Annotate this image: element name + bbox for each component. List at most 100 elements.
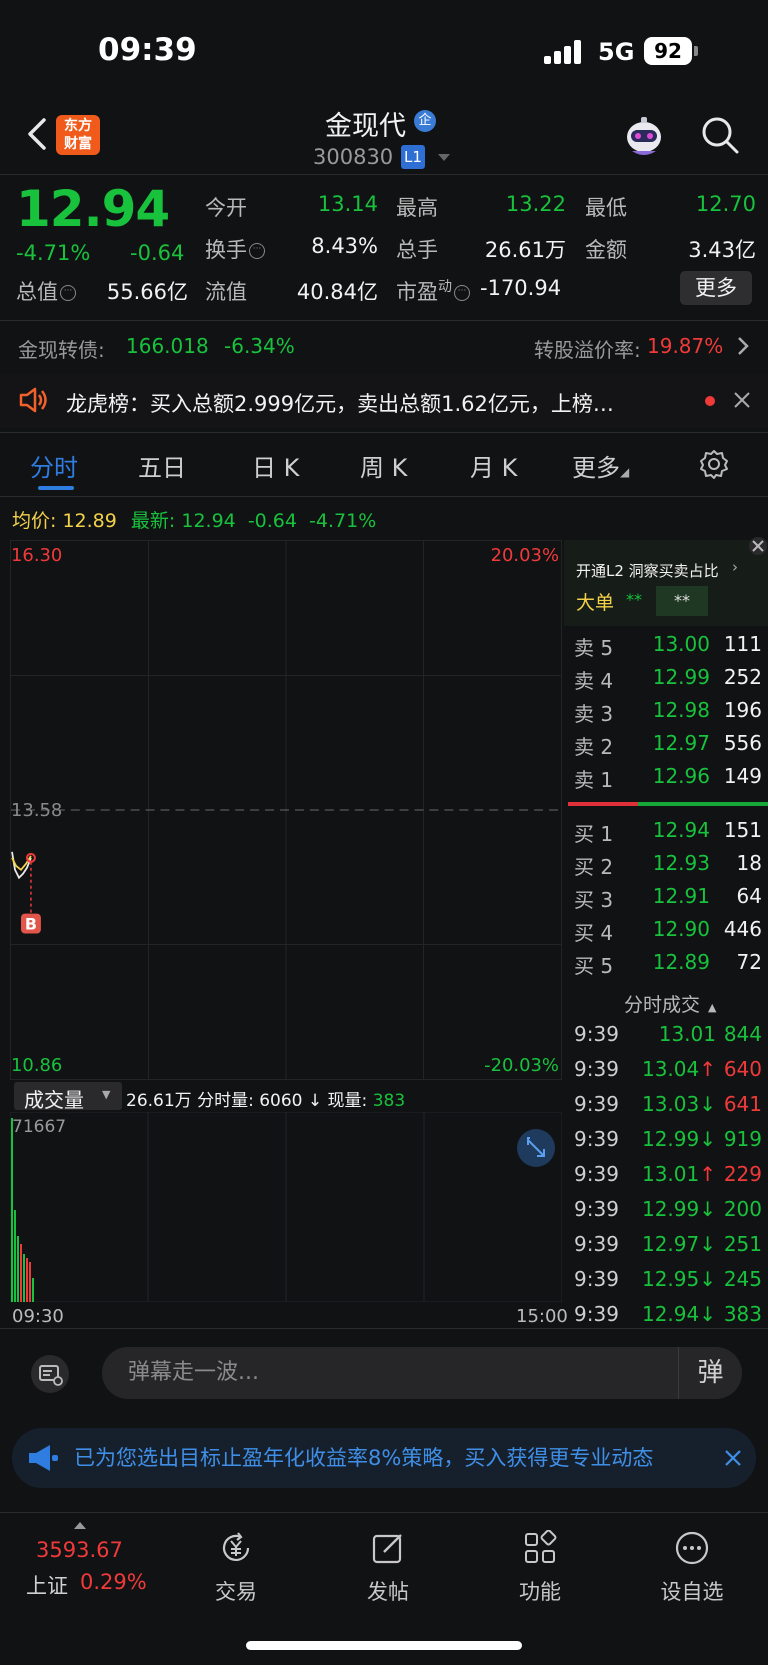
- edit-icon: [372, 1534, 402, 1564]
- index-name[interactable]: 上证: [26, 1570, 68, 1600]
- open-label: 今开: [205, 196, 247, 220]
- chevron-right-icon: [738, 337, 749, 355]
- stock-name[interactable]: 金现代: [325, 104, 406, 143]
- premium-label: 转股溢价率:: [534, 338, 641, 362]
- close-icon[interactable]: [748, 536, 768, 556]
- x-start-label: 09:30: [12, 1306, 64, 1327]
- more-info-icon[interactable]: ···: [249, 243, 265, 259]
- more-info-icon[interactable]: ···: [454, 285, 470, 301]
- turnover-value: 8.43%: [311, 234, 378, 258]
- premium-value: 19.87%: [647, 334, 724, 358]
- level-badge[interactable]: L1: [401, 145, 425, 169]
- conv-pct: -6.34%: [224, 334, 295, 358]
- tab-more[interactable]: 更多◢: [572, 448, 629, 483]
- bid-row[interactable]: 买 5 12.89 72: [564, 950, 768, 980]
- notice-bar[interactable]: 龙虎榜：买入总额2.999亿元，卖出总额1.62亿元，上榜…: [0, 374, 768, 428]
- turnover-label[interactable]: 换手 ···: [205, 234, 265, 264]
- index-percent[interactable]: 0.29%: [80, 1570, 147, 1594]
- chevron-right-icon: ›: [732, 558, 738, 576]
- market-cap-label[interactable]: 总值 ···: [16, 276, 76, 306]
- change-percent: -4.71%: [16, 241, 91, 265]
- nav-functions[interactable]: 功能: [490, 1529, 590, 1606]
- volume-bar: [11, 1118, 13, 1302]
- average-price: 12.89: [62, 510, 117, 532]
- volume-selector[interactable]: 成交量 ▼: [14, 1082, 122, 1112]
- low-label: 最低: [585, 196, 627, 220]
- search-icon[interactable]: [700, 115, 740, 155]
- network-type: 5G: [598, 38, 635, 66]
- divider: [0, 1512, 768, 1513]
- trades-title[interactable]: 分时成交 ▲: [624, 990, 716, 1017]
- average-price-line: 均价: 12.89 最新: 12.94 -0.64 -4.71%: [12, 510, 377, 532]
- unread-dot: [705, 396, 715, 406]
- ask-row[interactable]: 卖 3 12.98 196: [564, 698, 768, 728]
- tab-monthly-k[interactable]: 月 K: [470, 448, 517, 483]
- brand-logo[interactable]: 东方 财富: [56, 115, 100, 155]
- ask-row[interactable]: 卖 4 12.99 252: [564, 665, 768, 695]
- market-cap-value: 55.66亿: [106, 280, 188, 304]
- convertible-bond-row[interactable]: 金现转债: 166.018 -6.34% 转股溢价率: 19.87%: [0, 322, 768, 368]
- close-icon[interactable]: [724, 1449, 742, 1467]
- bid-row[interactable]: 买 2 12.93 18: [564, 851, 768, 881]
- enterprise-badge: 企: [414, 110, 436, 132]
- volume-bar: [17, 1236, 19, 1302]
- pct-top-label: 20.03%: [491, 545, 559, 566]
- signal-icon: [544, 40, 584, 64]
- more-button[interactable]: 更多: [680, 271, 752, 305]
- promo-text: 已为您选出目标止盈年化收益率8%策略，买入获得更专业动态: [74, 1446, 654, 1470]
- volume-chart[interactable]: 71667: [10, 1112, 562, 1302]
- promo-banner[interactable]: 已为您选出目标止盈年化收益率8%策略，买入获得更专业动态: [12, 1428, 756, 1488]
- trade-row: 9:39 12.99↓ 919: [574, 1127, 762, 1151]
- close-icon[interactable]: [733, 391, 751, 409]
- battery-tip: [694, 46, 698, 56]
- volume-summary: 26.61万 分时量: 6060 ↓ 现量: 383: [126, 1091, 406, 1111]
- chevron-down-icon[interactable]: [438, 154, 450, 161]
- nav-trade[interactable]: 交易: [186, 1530, 286, 1606]
- trade-row: 9:39 13.03↓ 641: [574, 1092, 762, 1116]
- megaphone-icon: [29, 1445, 58, 1471]
- change-amount: -0.64: [130, 241, 185, 265]
- comment-settings-icon[interactable]: [30, 1354, 70, 1394]
- bid-row[interactable]: 买 4 12.90 446: [564, 917, 768, 947]
- tab-five-day[interactable]: 五日: [138, 448, 186, 483]
- down-arrow: ↓: [307, 1091, 323, 1111]
- buy-ratio-bar: [638, 802, 768, 806]
- tab-daily-k[interactable]: 日 K: [252, 448, 299, 483]
- stock-code: 300830: [313, 145, 394, 169]
- float-cap-value: 40.84亿: [296, 280, 378, 304]
- ask-row[interactable]: 卖 2 12.97 556: [564, 731, 768, 761]
- robot-assistant-icon[interactable]: [620, 113, 668, 159]
- notice-text: 龙虎榜：买入总额2.999亿元，卖出总额1.62亿元，上榜…: [66, 392, 614, 416]
- latest-price: 12.94: [181, 510, 236, 532]
- l2-promo[interactable]: 开通L2 洞察买卖占比 › 大单 ** **: [564, 540, 768, 626]
- gear-icon[interactable]: [698, 448, 730, 480]
- tab-intraday[interactable]: 分时: [30, 448, 78, 483]
- nav-post[interactable]: 发帖: [338, 1530, 438, 1606]
- low-value: 12.70: [695, 192, 756, 216]
- pe-label[interactable]: 市盈动 ···: [396, 276, 470, 306]
- y-bottom-label: 10.86: [11, 1055, 62, 1076]
- bid-row[interactable]: 买 3 12.91 64: [564, 884, 768, 914]
- trade-row: 9:39 13.01↑ 229: [574, 1162, 762, 1186]
- back-icon[interactable]: [22, 116, 52, 152]
- ask-row[interactable]: 卖 1 12.96 149: [564, 764, 768, 794]
- volume-max-label: 71667: [12, 1117, 66, 1137]
- more-circle-icon: [675, 1531, 709, 1565]
- danmu-input[interactable]: 弹幕走一波...: [102, 1347, 742, 1399]
- nav-add-watchlist[interactable]: 设自选: [642, 1530, 742, 1606]
- ask-row[interactable]: 卖 5 13.00 111: [564, 632, 768, 662]
- tab-indicator: [38, 486, 74, 490]
- more-info-icon[interactable]: ···: [60, 285, 76, 301]
- high-value: 13.22: [505, 192, 566, 216]
- current-price: 12.94: [16, 180, 170, 238]
- danmu-toggle-button[interactable]: 弹: [678, 1347, 742, 1399]
- trade-row: 9:39 12.99↓ 200: [574, 1197, 762, 1221]
- bid-row[interactable]: 买 1 12.94 151: [564, 818, 768, 848]
- trade-row: 9:39 12.95↓ 245: [574, 1267, 762, 1291]
- speaker-icon: [19, 387, 47, 413]
- tab-weekly-k[interactable]: 周 K: [360, 448, 407, 483]
- intraday-chart[interactable]: 16.30 13.58 10.86 20.03% -20.03% B: [10, 540, 562, 1080]
- index-value[interactable]: 3593.67: [36, 1538, 123, 1562]
- high-label: 最高: [396, 196, 438, 220]
- chevron-down-icon: ▼: [102, 1088, 111, 1101]
